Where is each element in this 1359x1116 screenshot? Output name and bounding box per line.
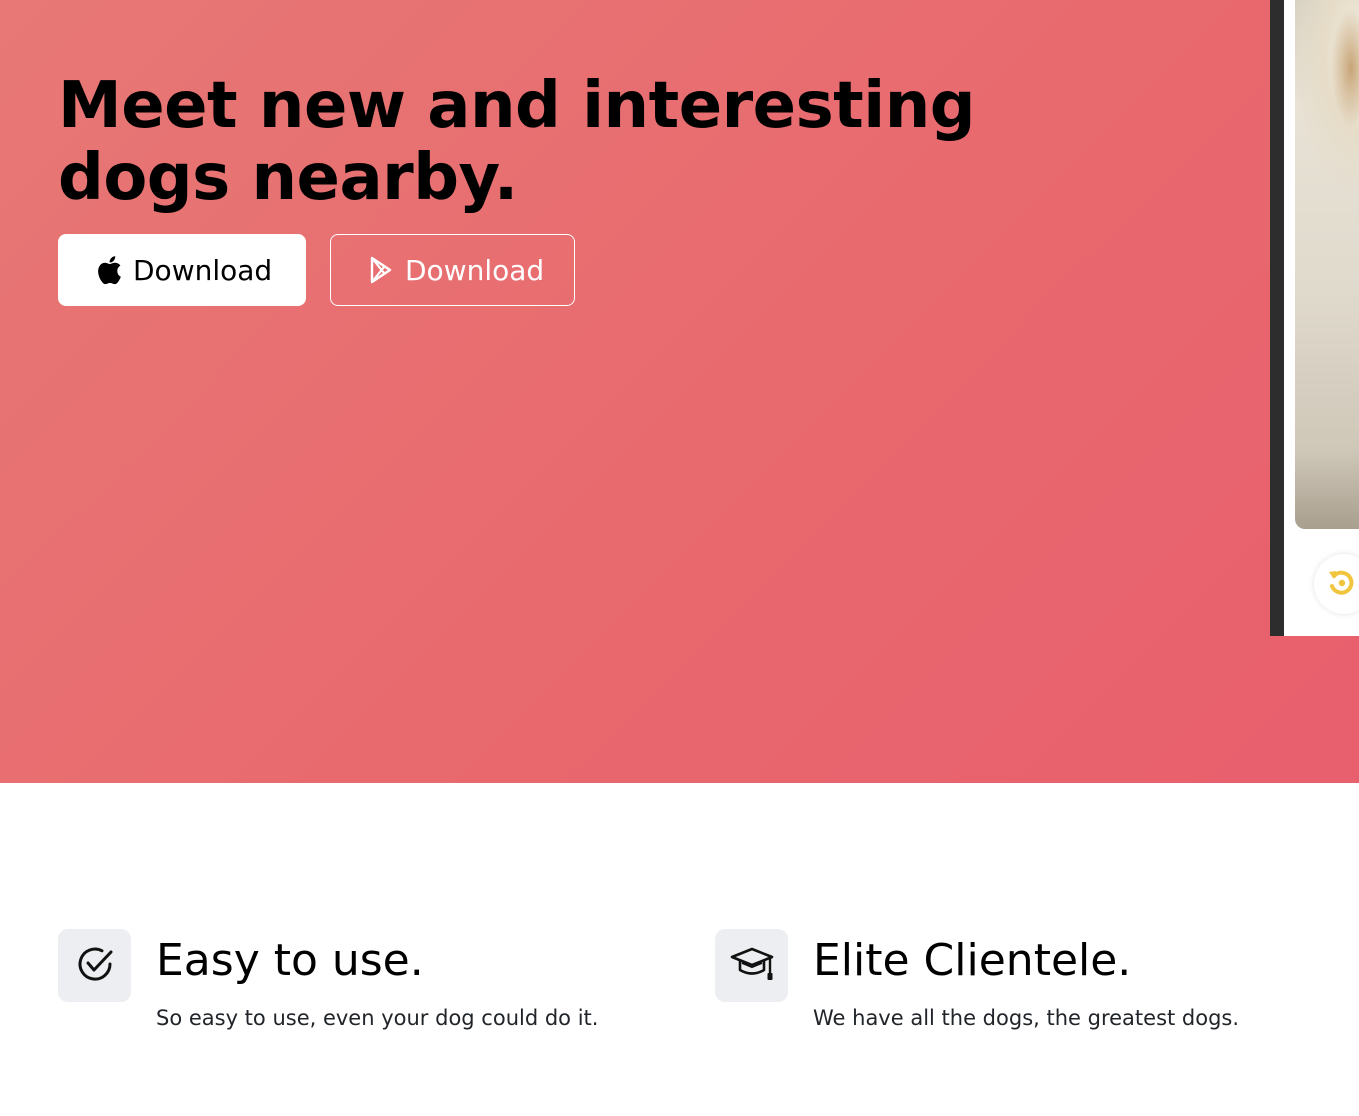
feature-title: Elite Clientele. [813, 935, 1132, 986]
feature-icon-box [58, 929, 131, 1002]
google-play-icon [368, 255, 394, 285]
feature-description: So easy to use, even your dog could do i… [156, 1006, 599, 1030]
dog-photo [1295, 0, 1359, 529]
google-play-download-button[interactable]: Download [330, 234, 575, 306]
google-play-download-label: Download [405, 253, 545, 287]
phone-mockup [1270, 0, 1359, 636]
graduation-cap-icon [729, 943, 775, 989]
hero-title: Meet new and interesting dogs nearby. [58, 69, 976, 215]
app-store-download-button[interactable]: Download [58, 234, 306, 306]
hero-section: Meet new and interesting dogs nearby. Do… [0, 0, 1359, 783]
undo-icon [1326, 567, 1356, 601]
feature-description: We have all the dogs, the greatest dogs. [813, 1006, 1240, 1030]
undo-button[interactable] [1314, 554, 1359, 614]
apple-icon [96, 255, 122, 285]
feature-icon-box [715, 929, 788, 1002]
phone-screen [1284, 0, 1359, 636]
app-store-download-label: Download [133, 253, 273, 287]
check-circle-icon [74, 943, 116, 989]
feature-title: Easy to use. [156, 935, 424, 986]
